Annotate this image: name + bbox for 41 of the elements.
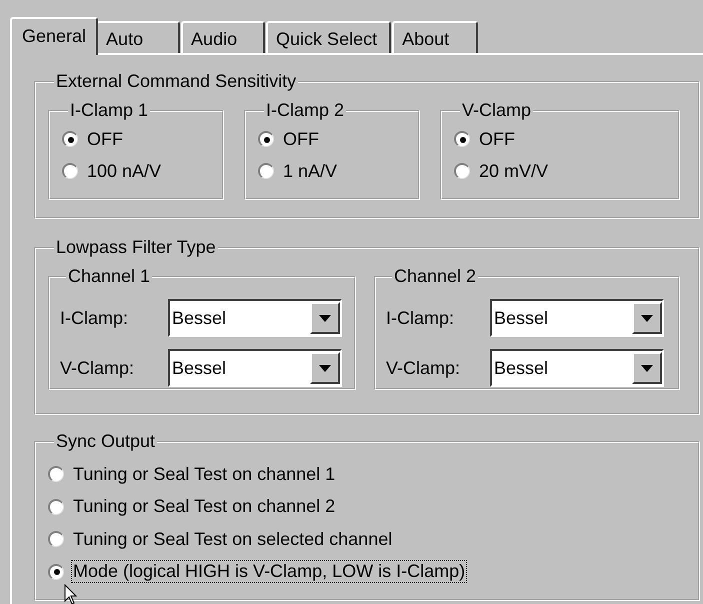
field-label: I-Clamp:	[386, 308, 456, 328]
group-title: Channel 1	[67, 266, 152, 287]
radio-button[interactable]	[48, 498, 64, 515]
radio-button[interactable]	[454, 131, 470, 147]
radio-option[interactable]: Tuning or Seal Test on selected channel	[48, 523, 686, 556]
field-label: V-Clamp:	[386, 358, 462, 378]
radio-option[interactable]: Tuning or Seal Test on channel 1	[48, 458, 686, 490]
group-title: V-Clamp	[461, 100, 532, 121]
tab[interactable]: Audio	[181, 21, 266, 53]
tab[interactable]: General	[10, 17, 98, 55]
radio-button[interactable]	[258, 131, 274, 147]
tab[interactable]: About	[392, 21, 478, 53]
filter-dropdown[interactable]: Bessel	[490, 299, 664, 337]
radio-option[interactable]: 100 nA/V	[62, 155, 210, 187]
radio-button[interactable]	[48, 466, 64, 482]
field-label: I-Clamp:	[60, 308, 130, 328]
radio-button[interactable]	[258, 163, 274, 179]
group-title: Sync Output	[55, 431, 156, 452]
group-title: External Command Sensitivity	[55, 71, 298, 92]
tab[interactable]: Quick Select	[266, 21, 392, 53]
radio-option[interactable]: 1 nA/V	[258, 155, 406, 187]
group-title: I-Clamp 1	[69, 100, 150, 121]
radio-option[interactable]: Tuning or Seal Test on channel 2	[48, 490, 686, 523]
radio-button[interactable]	[48, 531, 64, 548]
field-label: V-Clamp:	[60, 358, 136, 378]
radio-option[interactable]: Mode (logical HIGH is V-Clamp, LOW is I-Clamp)	[48, 556, 686, 588]
radio-button[interactable]	[454, 163, 470, 179]
radio-option[interactable]: 20 mV/V	[454, 155, 666, 187]
filter-dropdown[interactable]: Bessel	[168, 299, 342, 337]
group-title: I-Clamp 2	[265, 100, 346, 121]
filter-dropdown[interactable]: Bessel	[490, 349, 664, 387]
filter-dropdown[interactable]: Bessel	[168, 349, 342, 387]
radio-option[interactable]: OFF	[454, 123, 666, 155]
group-title: Channel 2	[393, 266, 478, 287]
radio-button[interactable]	[62, 163, 78, 179]
radio-button[interactable]	[62, 131, 78, 147]
radio-button[interactable]	[48, 564, 64, 580]
tab[interactable]: Auto	[96, 21, 180, 53]
radio-option[interactable]: OFF	[258, 123, 406, 155]
radio-option[interactable]: OFF	[62, 123, 210, 155]
group-title: Lowpass Filter Type	[55, 237, 217, 258]
